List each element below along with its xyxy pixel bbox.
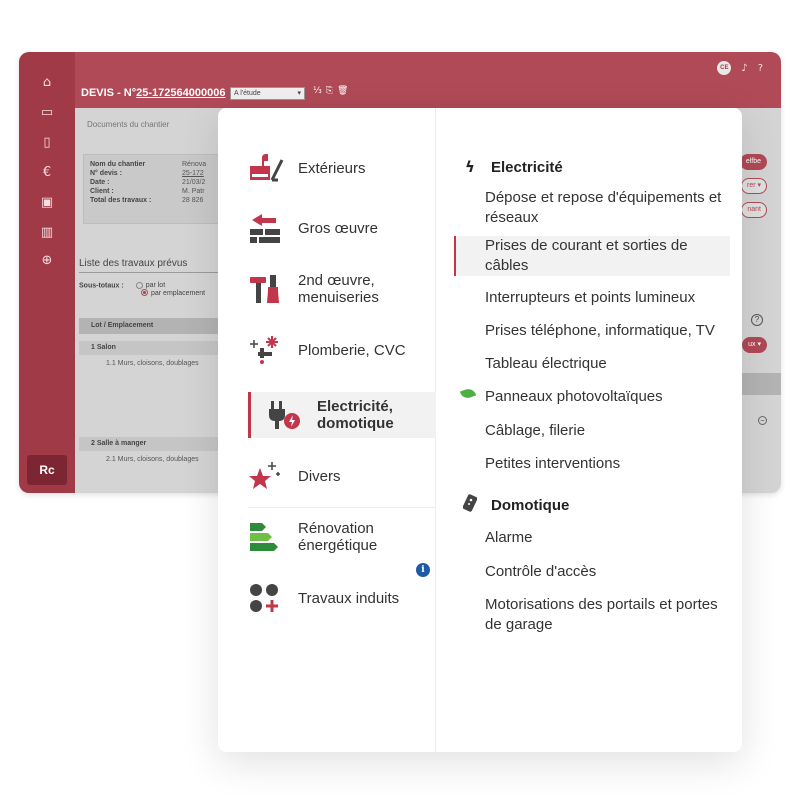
info-key: Total des travaux : (90, 197, 152, 204)
section-electricite: ϟ Electricité (462, 158, 563, 176)
radio-label: par emplacement (151, 289, 206, 297)
category-renovation-energetique[interactable]: Rénovation énergétique (248, 520, 436, 554)
info-value: 28 826 (182, 197, 204, 204)
lightning-icon: ϟ (465, 158, 475, 176)
file-icon[interactable]: ▯ (19, 132, 75, 154)
app-sidebar: ⌂ ▭ ▯ € ▣ ▥ ⊕ Rc (19, 52, 75, 493)
misc-star-icon (248, 460, 284, 492)
action-pill[interactable]: elfbe (739, 154, 767, 170)
plumbing-hvac-icon (248, 334, 284, 366)
subcategory-depose-repose[interactable]: Dépose et repose d'équipements et réseau… (485, 188, 735, 228)
subcategory-prises-telephone[interactable]: Prises téléphone, informatique, TV (485, 321, 735, 341)
category-divider (248, 507, 436, 508)
page-title: DEVIS - N°25-172564000006 (81, 87, 226, 99)
collapse-icon[interactable]: − (758, 416, 767, 425)
category-label: Gros œuvre (298, 219, 379, 237)
category-label: 2nd œuvre, menuiseries (298, 272, 379, 306)
euro-icon[interactable]: € (19, 162, 75, 184)
radio-label: par lot (145, 282, 166, 290)
section-title: Domotique (491, 496, 570, 514)
category-plomberie[interactable]: Plomberie, CVC (248, 334, 436, 366)
subcategory-photovoltaiques[interactable]: Panneaux photovoltaïques (459, 386, 735, 407)
folder-open-icon[interactable]: ▭ (19, 102, 75, 124)
electric-plug-icon (267, 399, 303, 431)
help-icon[interactable]: ? (751, 314, 763, 326)
bell-icon[interactable]: ♪ (741, 63, 747, 74)
help-icon[interactable]: ? (758, 63, 763, 74)
info-value: Rénova (182, 161, 207, 168)
header-tools: ⅓⎘🗑 (313, 86, 352, 96)
category-label: Extérieurs (298, 159, 366, 177)
chart-icon[interactable]: ⅓ (313, 86, 326, 96)
category-label: Divers (298, 467, 341, 485)
subcategory-controle-acces[interactable]: Contrôle d'accès (485, 562, 735, 582)
category-travaux-induits[interactable]: Travaux induits (248, 582, 436, 614)
category-list: Extérieurs Gros œuvre 2nd œuvre, menuise… (218, 108, 436, 752)
radio-par-lot[interactable] (135, 282, 143, 289)
energy-label-icon (248, 521, 284, 553)
subcategory-petites-interventions[interactable]: Petites interventions (485, 454, 735, 474)
carpentry-tools-icon (248, 273, 284, 305)
category-divers[interactable]: Divers (248, 460, 436, 492)
subcategory-alarme[interactable]: Alarme (485, 528, 735, 548)
category-electricite[interactable]: Electricité, domotique (248, 392, 436, 438)
subcategory-prises-courant[interactable]: Prises de courant et sorties de câbles (454, 236, 730, 276)
category-2nd-oeuvre[interactable]: 2nd œuvre, menuiseries (248, 272, 436, 306)
category-label: Electricité, domotique (317, 398, 394, 432)
app-logo[interactable]: Rc (27, 455, 67, 485)
home-icon[interactable]: ⌂ (19, 72, 75, 94)
induced-works-icon (248, 582, 284, 614)
action-pill[interactable]: nant (741, 202, 767, 218)
works-list-title: Liste des travaux prévus (79, 258, 219, 273)
category-label: Rénovation énergétique (298, 520, 378, 554)
table-header: Lot / Emplacement (79, 318, 229, 334)
category-label: Travaux induits (298, 589, 400, 607)
info-value: M. Patr (182, 188, 205, 195)
avatar[interactable]: CE (717, 61, 732, 75)
table-header-end (741, 373, 781, 395)
globe-icon[interactable]: ⊕ (19, 250, 75, 272)
subcategory-cablage[interactable]: Câblage, filerie (485, 421, 735, 441)
subcategory-interrupteurs[interactable]: Interrupteurs et points lumineux (485, 288, 735, 308)
category-gros-oeuvre[interactable]: Gros œuvre (248, 212, 436, 244)
leaf-icon (459, 386, 477, 401)
info-badge[interactable]: i (416, 563, 430, 577)
section-title: Electricité (491, 158, 563, 176)
subcategory-tableau-electrique[interactable]: Tableau électrique (485, 354, 735, 374)
table-row[interactable]: 1.1 Murs, cloisons, doublages (79, 360, 229, 367)
radio-par-emplacement[interactable] (141, 289, 148, 297)
subcategory-motorisations[interactable]: Motorisations des portails et portes de … (485, 595, 735, 635)
status-select[interactable]: A l'étude (230, 87, 305, 100)
table-row[interactable]: 1 Salon (79, 341, 229, 355)
action-pill[interactable]: rer ▾ (740, 178, 767, 194)
trash-icon[interactable]: 🗑 (337, 86, 352, 96)
subtotals-label: Sous-totaux : (79, 282, 124, 290)
copy-icon[interactable]: ⎘ (326, 86, 337, 96)
structural-works-icon (248, 212, 284, 244)
action-pill[interactable]: ux ▾ (742, 337, 767, 353)
app-header: DEVIS - N°25-172564000006 A l'étude ⅓⎘🗑 … (75, 52, 781, 108)
tab-documents[interactable]: Documents du chantier (87, 120, 169, 129)
category-exterieurs[interactable]: Extérieurs (248, 152, 436, 184)
header-actions: CE ♪ ? (717, 61, 763, 75)
info-key: Client : (90, 188, 114, 195)
table-row[interactable]: 2 Salle à manger (79, 437, 229, 451)
library-icon[interactable]: ▥ (19, 222, 75, 244)
subcategory-label: Panneaux photovoltaïques (485, 388, 663, 405)
works-category-menu: Extérieurs Gros œuvre 2nd œuvre, menuise… (218, 108, 742, 752)
subtotals-options: Sous-totaux : par lot par emplacement (79, 282, 205, 297)
exterior-works-icon (248, 152, 284, 184)
info-value: 25-172 (182, 170, 204, 177)
remote-control-icon (462, 494, 478, 516)
table-row[interactable]: 2.1 Murs, cloisons, doublages (79, 456, 229, 463)
contact-card-icon[interactable]: ▣ (19, 192, 75, 214)
subcategory-list: ϟ Electricité Dépose et repose d'équipem… (454, 108, 742, 752)
category-label: Plomberie, CVC (298, 341, 406, 359)
info-key: Nom du chantier (90, 161, 146, 168)
section-domotique: Domotique (462, 494, 569, 516)
info-key: N° devis : (90, 170, 122, 177)
quote-number-link[interactable]: 25-172564000006 (136, 87, 225, 99)
info-value: 21/03/2 (182, 179, 206, 186)
info-key: Date : (90, 179, 110, 186)
